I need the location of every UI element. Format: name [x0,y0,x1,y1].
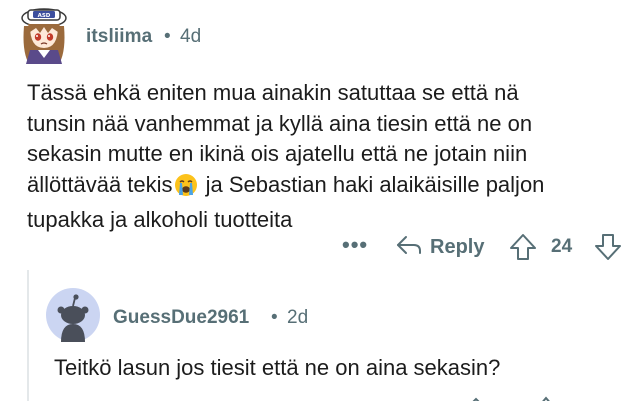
comment-age: 2d [287,307,309,328]
comment-body: Tässä ehkä eniten mua ainakin satuttaa s… [27,78,627,236]
upvote-arrow-icon[interactable] [508,232,538,267]
meta-separator: • [164,26,171,47]
reply-label: Reply [430,235,485,258]
vote-score: 24 [551,236,573,257]
loudly-crying-face-icon [174,173,198,206]
reply-arrow-icon [396,234,422,261]
comment-body-line: sekasin mutte en ikinä ois ajatellu että… [27,141,528,166]
reply-button[interactable]: Reply [396,231,484,263]
comment-body-line: tupakka ja alkoholi tuotteita [27,207,293,232]
avatar-badge-text: ASD [38,13,51,19]
meta-separator: • [271,307,278,328]
snoo-default-avatar-icon[interactable] [46,288,100,342]
downvote-arrow-icon[interactable] [593,232,623,267]
comment-body-fragment: ja Sebastian haki alaikäisille paljon [199,171,545,197]
more-options-button[interactable]: ••• [342,232,368,258]
thread-line[interactable] [27,270,29,401]
comment-body: Teitkö lasun jos tiesit että ne on aina … [54,355,501,380]
anime-girl-avatar-icon[interactable]: ASD [16,4,72,66]
cropped-action-icons [440,392,640,401]
comment-age: 4d [180,26,202,47]
comment-body-line: ällöttävää tekis ja Sebastian haki alaik… [27,170,627,206]
comment-body-line: tunsin nää vanhemmat ja kyllä aina tiesi… [27,110,533,136]
comment-body-fragment: ällöttävää tekis [27,171,173,197]
comment-author[interactable]: itsliima [86,26,152,48]
comment-author[interactable]: GuessDue2961 [113,307,249,329]
comment-body-line: Tässä ehkä eniten mua ainakin satuttaa s… [27,80,519,105]
